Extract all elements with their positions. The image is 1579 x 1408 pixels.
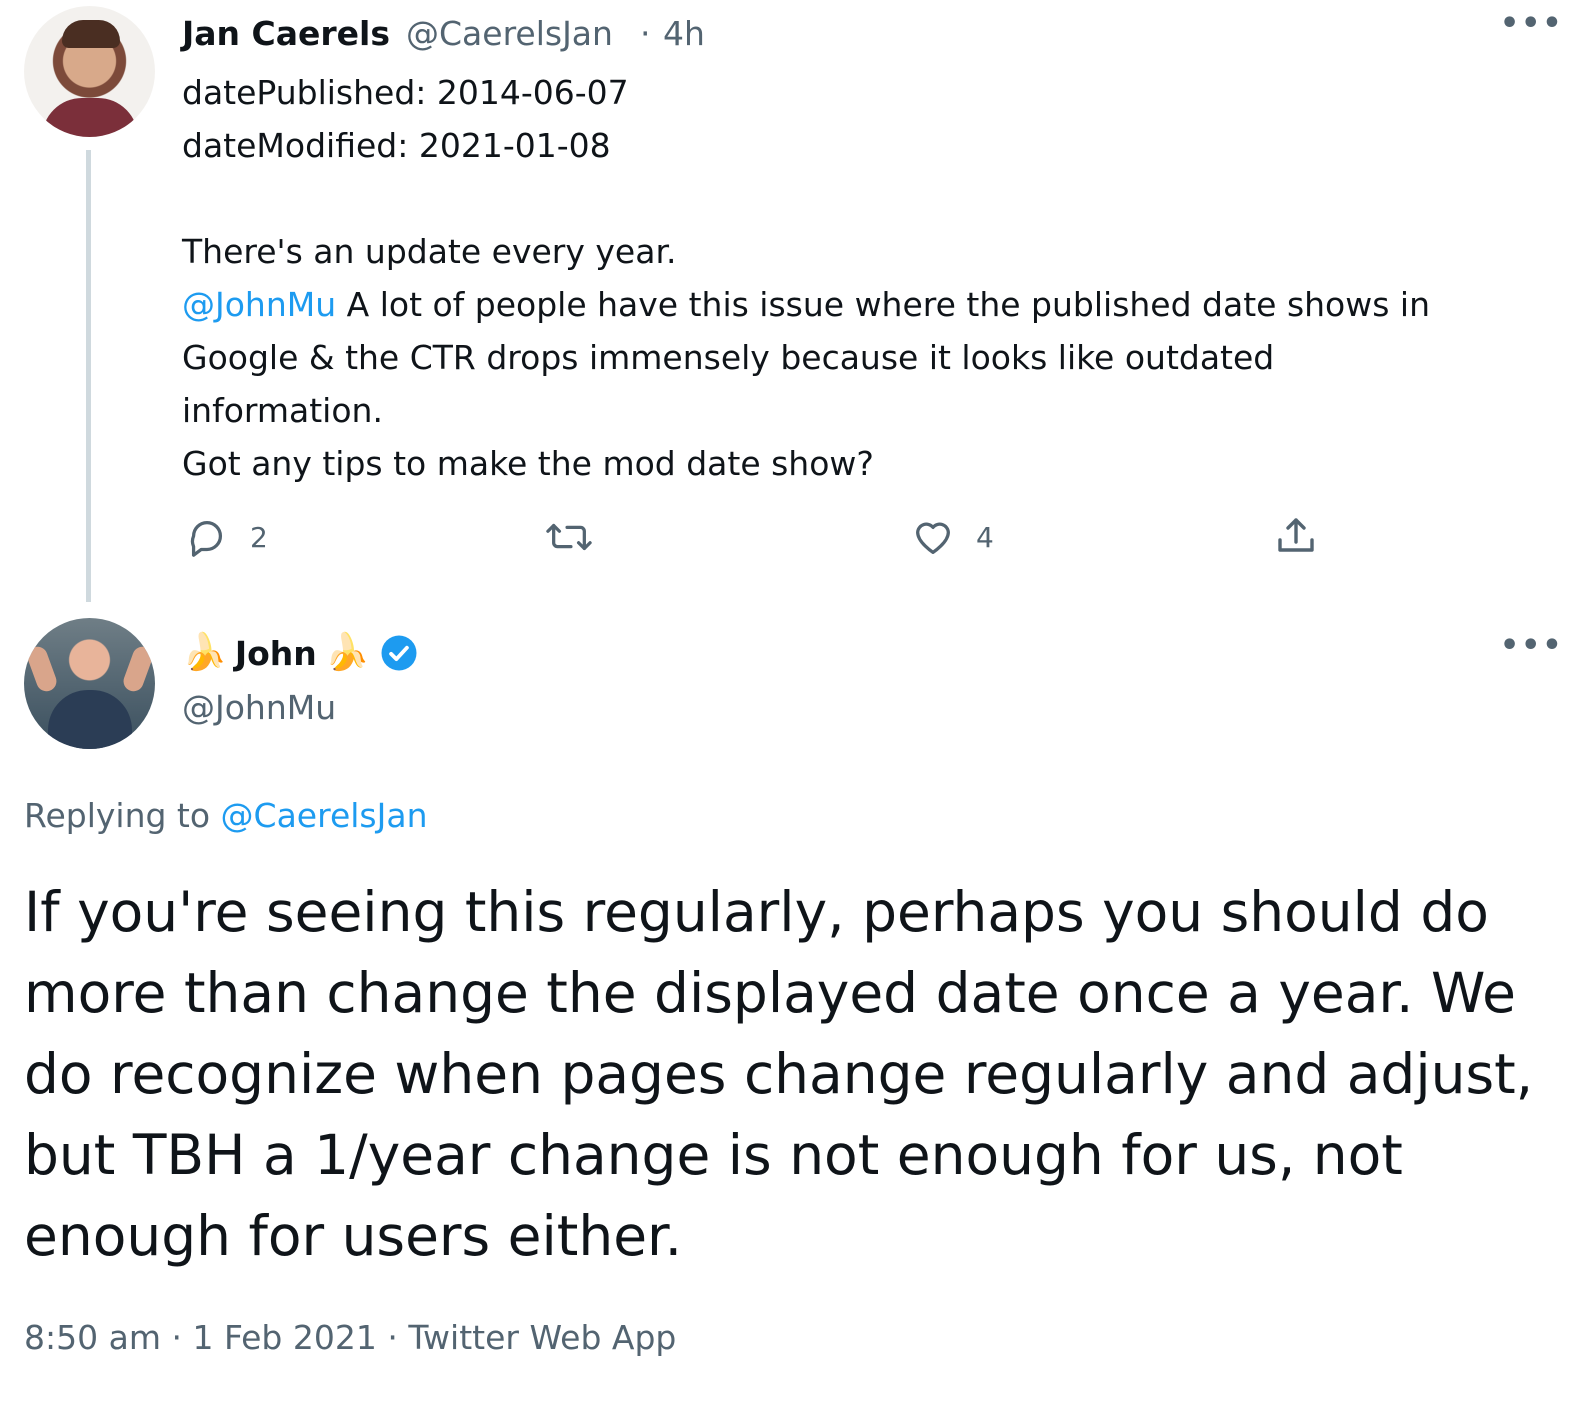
avatar-hair xyxy=(62,20,120,48)
author-handle[interactable]: @CaerelsJan xyxy=(406,14,613,53)
tweet-text-line: do recognize when pages change regularly… xyxy=(24,1042,1534,1106)
replying-to: Replying to @CaerelsJan xyxy=(24,796,428,835)
separator: · xyxy=(171,1318,182,1357)
author-name[interactable]: John xyxy=(235,634,317,673)
retweet-button[interactable] xyxy=(542,514,596,560)
reply-count: 2 xyxy=(250,520,268,554)
author-name-row[interactable]: 🍌 John 🍌 xyxy=(182,632,420,674)
tweet-text-line: datePublished: 2014-06-07 xyxy=(182,73,629,112)
avatar-jan-caerels[interactable] xyxy=(24,6,155,137)
mention-link[interactable]: @JohnMu xyxy=(182,285,336,324)
avatar-arm xyxy=(120,643,155,695)
like-icon xyxy=(916,522,950,554)
author-name[interactable]: Jan Caerels xyxy=(182,14,390,53)
reply-icon xyxy=(190,520,223,557)
verified-badge-icon xyxy=(381,635,417,671)
tweet-text-fragment: A lot of people have this issue where th… xyxy=(346,285,1431,324)
tweet-text-line: There's an update every year. xyxy=(182,232,677,271)
replying-to-label: Replying to xyxy=(24,796,211,835)
tweet-text-line: If you're seeing this regularly, perhaps… xyxy=(24,880,1489,944)
tweet-text-line: @JohnMu A lot of people have this issue … xyxy=(182,278,1552,331)
avatar-body xyxy=(48,690,132,749)
retweet-icon xyxy=(546,523,592,551)
tweet-text-line: information. xyxy=(182,391,383,430)
separator: · xyxy=(640,14,651,53)
tweet-text-line: dateModified: 2021-01-08 xyxy=(182,126,611,165)
tweet-text-line: enough for users either. xyxy=(24,1204,683,1268)
like-count: 4 xyxy=(976,520,994,554)
avatar-shirt xyxy=(42,98,138,137)
more-icon[interactable]: ••• xyxy=(1500,628,1564,663)
tweet-source[interactable]: Twitter Web App xyxy=(408,1318,676,1357)
tweet-date[interactable]: 1 Feb 2021 xyxy=(192,1318,376,1357)
tweet-text-line: more than change the displayed date once… xyxy=(24,961,1516,1025)
author-handle[interactable]: @JohnMu xyxy=(182,688,336,727)
tweet-time[interactable]: 8:50 am xyxy=(24,1318,161,1357)
share-button[interactable] xyxy=(1272,512,1320,560)
tweet-meta: 8:50 am · 1 Feb 2021 · Twitter Web App xyxy=(24,1318,676,1357)
replying-to-handle[interactable]: @CaerelsJan xyxy=(221,796,428,835)
thread-line xyxy=(86,150,91,602)
tweet-text-line: Got any tips to make the mod date show? xyxy=(182,444,874,483)
avatar-arm xyxy=(24,643,60,695)
separator: · xyxy=(387,1318,398,1357)
banana-emoji: 🍌 xyxy=(324,632,370,673)
avatar-john-mu[interactable] xyxy=(24,618,155,749)
banana-emoji: 🍌 xyxy=(182,632,227,673)
tweet-timestamp[interactable]: 4h xyxy=(663,14,705,53)
tweet-text-line: but TBH a 1/year change is not enough fo… xyxy=(24,1123,1403,1187)
tweet-text-line: Google & the CTR drops immensely because… xyxy=(182,338,1275,377)
reply-button[interactable]: 2 xyxy=(184,514,268,560)
like-button[interactable]: 4 xyxy=(910,514,994,560)
more-icon[interactable]: ••• xyxy=(1500,6,1564,41)
share-icon xyxy=(1278,518,1314,552)
